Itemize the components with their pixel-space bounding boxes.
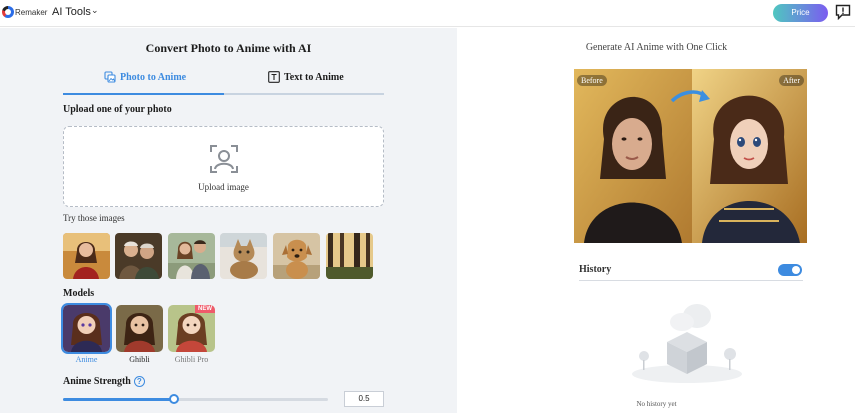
- converter-panel: Convert Photo to Anime with AI Photo to …: [0, 28, 457, 413]
- feedback-icon[interactable]: [835, 4, 851, 20]
- strength-value-input[interactable]: 0.5: [344, 391, 384, 407]
- model-ghibli-pro-label: Ghibli Pro: [174, 355, 209, 364]
- models-heading: Models: [63, 288, 95, 299]
- upload-image-icon: [210, 145, 238, 173]
- model-ghibli-pro[interactable]: NEW: [168, 305, 215, 352]
- remaker-logo-icon[interactable]: [2, 6, 14, 18]
- empty-box-icon: [632, 304, 742, 383]
- model-ghibli[interactable]: [116, 305, 163, 352]
- tab-text-to-anime-label: Text to Anime: [284, 71, 344, 83]
- tab-text-to-anime[interactable]: Text to Anime: [268, 68, 344, 86]
- upload-dropzone[interactable]: Upload image: [63, 126, 384, 207]
- upload-heading: Upload one of your photo: [63, 104, 172, 115]
- history-toggle[interactable]: [778, 264, 802, 276]
- upload-label: Upload image: [198, 182, 249, 192]
- strength-slider-handle[interactable]: [169, 394, 180, 404]
- model-ghibli-label: Ghibli: [129, 355, 150, 364]
- model-anime-label: Anime: [75, 355, 98, 364]
- page-title: Convert Photo to Anime with AI: [145, 41, 312, 55]
- history-title: History: [579, 264, 612, 275]
- strength-slider[interactable]: [63, 394, 328, 404]
- before-tag: Before: [577, 75, 607, 86]
- strength-heading-label: Anime Strength: [63, 376, 131, 387]
- preview-title: Generate AI Anime with One Click: [585, 42, 728, 53]
- after-tag: After: [779, 75, 804, 86]
- preview-panel: Generate AI Anime with One Click Before: [458, 28, 855, 413]
- text-icon: [268, 71, 280, 83]
- new-badge: NEW: [195, 305, 215, 313]
- tab-photo-to-anime[interactable]: Photo to Anime: [104, 68, 186, 86]
- history-divider: [579, 280, 803, 281]
- brand-name[interactable]: Remaker: [15, 8, 47, 17]
- sample-image-forest[interactable]: [326, 233, 373, 279]
- try-images-label: Try those images: [63, 213, 125, 223]
- sample-image-woman[interactable]: [63, 233, 110, 279]
- sample-image-cat[interactable]: [220, 233, 267, 279]
- ai-tools-menu[interactable]: AI Tools: [52, 6, 91, 18]
- tab-photo-to-anime-label: Photo to Anime: [120, 71, 187, 83]
- strength-heading: Anime Strength?: [63, 376, 145, 388]
- sample-image-young-couple[interactable]: [168, 233, 215, 279]
- strength-slider-fill: [63, 398, 175, 401]
- sample-image-elderly-couple[interactable]: [115, 233, 162, 279]
- sample-image-dog[interactable]: [273, 233, 320, 279]
- model-anime[interactable]: [61, 303, 112, 354]
- active-tab-indicator: [63, 93, 224, 95]
- empty-history-text: No history yet: [636, 400, 677, 408]
- photo-icon: [104, 71, 116, 83]
- before-after-image: [574, 69, 807, 243]
- chevron-down-icon[interactable]: ⌄: [91, 6, 99, 16]
- top-bar: Remaker AI Tools ⌄ Price: [0, 0, 855, 27]
- before-after-preview: Before After: [574, 69, 807, 243]
- price-button[interactable]: Price: [773, 4, 828, 22]
- help-icon[interactable]: ?: [133, 376, 145, 388]
